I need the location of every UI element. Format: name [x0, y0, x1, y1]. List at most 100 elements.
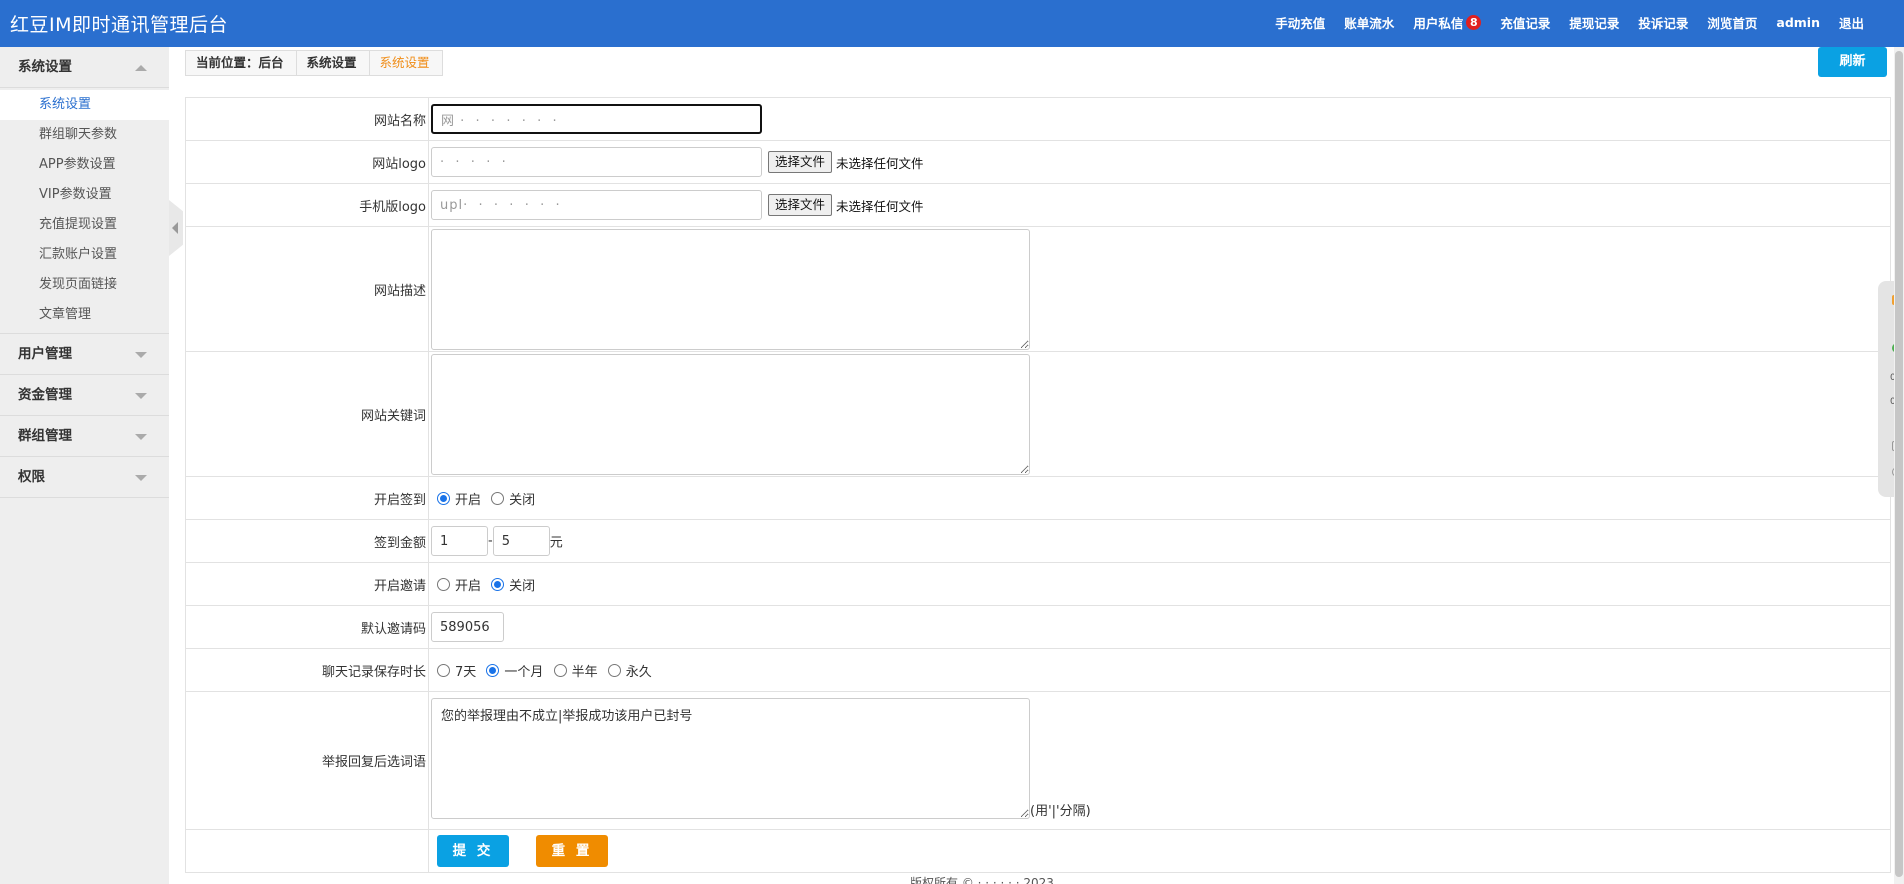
nav-complaint-records[interactable]: 投诉记录 [1638, 13, 1688, 32]
sidebar-item-remit-accounts[interactable]: 汇款账户设置 [0, 240, 169, 270]
report-reply-label: 举报回复后选词语 [185, 691, 429, 830]
row-site-description: 网站描述 [185, 226, 1891, 352]
choose-file-button[interactable]: 选择文件 [768, 151, 833, 173]
radio-label: 永久 [625, 664, 652, 680]
range-separator: - [488, 533, 493, 549]
breadcrumb-home[interactable]: 当前位置：后台 [186, 51, 297, 75]
checkin-off-radio[interactable] [491, 491, 505, 505]
mobile-logo-input[interactable] [431, 190, 762, 220]
nav-bill-flow[interactable]: 账单流水 [1344, 13, 1394, 32]
site-description-label: 网站描述 [185, 226, 429, 352]
radio-label: 开启 [455, 492, 482, 508]
choose-file-button[interactable]: 选择文件 [768, 194, 833, 216]
radio-label: 关闭 [509, 578, 536, 594]
page-scrollbar[interactable] [1894, 47, 1904, 884]
file-status-text: 未选择任何文件 [836, 155, 924, 171]
radio-label: 开启 [455, 578, 482, 594]
checkin-min-input[interactable] [431, 526, 488, 556]
mobile-logo-label: 手机版logo [185, 183, 429, 227]
nav-browse-home[interactable]: 浏览首页 [1707, 13, 1757, 32]
sidebar-item-recharge-withdraw[interactable]: 充值提现设置 [0, 210, 169, 240]
site-name-input[interactable] [431, 104, 762, 134]
footer-copyright: 版权所有 © · · · · · · 2023 [910, 876, 1054, 884]
reset-button[interactable]: 重 置 [536, 835, 608, 867]
sidebar-group-label: 资金管理 [18, 387, 72, 403]
submit-button[interactable]: 提 交 [437, 835, 509, 867]
nav-recharge-records[interactable]: 充值记录 [1500, 13, 1550, 32]
breadcrumb-bar: 当前位置：后台 系统设置 系统设置 刷新 [185, 47, 1895, 78]
file-status-text: 未选择任何文件 [836, 198, 924, 214]
site-keywords-label: 网站关键词 [185, 351, 429, 477]
sidebar-item-discover-links[interactable]: 发现页面链接 [0, 270, 169, 300]
sidebar-group-permissions[interactable]: 权限 [0, 457, 169, 498]
top-nav: 手动充值 账单流水 用户私信 8 充值记录 提现记录 投诉记录 浏览首页 admi… [1256, 13, 1864, 32]
sidebar-item-articles[interactable]: 文章管理 [0, 300, 169, 330]
retention-6m-radio[interactable] [553, 663, 567, 677]
breadcrumb: 当前位置：后台 系统设置 系统设置 [185, 50, 443, 76]
invite-on-radio[interactable] [437, 577, 450, 591]
nav-manual-recharge[interactable]: 手动充值 [1275, 13, 1325, 32]
row-site-name: 网站名称 [185, 97, 1891, 141]
radio-label: 半年 [571, 664, 598, 680]
currency-unit: 元 [549, 535, 563, 551]
row-default-invite-code: 默认邀请码 [185, 605, 1891, 649]
sidebar-group-funds[interactable]: 资金管理 [0, 375, 169, 416]
unread-badge: 8 [1466, 15, 1482, 30]
site-keywords-textarea[interactable] [431, 353, 1030, 475]
chevron-up-icon [135, 65, 147, 71]
retention-1m-radio[interactable] [486, 663, 500, 677]
chevron-left-icon [172, 222, 178, 234]
site-logo-input[interactable] [431, 147, 762, 177]
radio-label: 7天 [455, 664, 477, 680]
radio-label: 一个月 [504, 664, 544, 680]
invite-code-input[interactable] [431, 612, 504, 642]
site-name-label: 网站名称 [185, 97, 429, 141]
row-report-reply-phrases: 举报回复后选词语 您的举报理由不成立|举报成功该用户已封号 (用'|'分隔) [185, 691, 1891, 830]
sidebar-group-groups[interactable]: 群组管理 [0, 416, 169, 457]
nav-admin-user[interactable]: admin [1776, 13, 1820, 32]
chat-retention-label: 聊天记录保存时长 [185, 648, 429, 692]
nav-user-messages-label: 用户私信 [1413, 16, 1464, 31]
sidebar-group-label: 权限 [18, 469, 45, 485]
site-logo-label: 网站logo [185, 140, 429, 184]
sidebar-item-system-settings[interactable]: 系统设置 [0, 90, 169, 120]
nav-withdraw-records[interactable]: 提现记录 [1569, 13, 1619, 32]
breadcrumb-section[interactable]: 系统设置 [297, 51, 370, 75]
row-checkin-enabled: 开启签到 开启 关闭 [185, 476, 1891, 520]
row-invite-enabled: 开启邀请 开启 关闭 [185, 562, 1891, 606]
site-description-textarea[interactable] [431, 228, 1030, 350]
scrollbar-thumb[interactable] [1895, 51, 1903, 877]
sidebar-item-app-params[interactable]: APP参数设置 [0, 150, 169, 180]
report-reply-field: 您的举报理由不成立|举报成功该用户已封号 (用'|'分隔) [431, 698, 1890, 819]
row-chat-retention: 聊天记录保存时长 7天 一个月 半年 永久 [185, 648, 1891, 692]
report-reply-textarea[interactable]: 您的举报理由不成立|举报成功该用户已封号 [431, 698, 1030, 819]
settings-form: 网站名称 网站logo 选择文件未选择任何文件 手机版logo 选择文件未选择任… [185, 97, 1891, 873]
nav-user-messages[interactable]: 用户私信 8 [1413, 13, 1482, 32]
row-site-logo: 网站logo 选择文件未选择任何文件 [185, 140, 1891, 184]
settings-table: 网站名称 网站logo 选择文件未选择任何文件 手机版logo 选择文件未选择任… [185, 97, 1891, 873]
invite-off-radio[interactable] [491, 577, 505, 591]
breadcrumb-current: 系统设置 [379, 55, 430, 70]
sidebar-collapse-handle[interactable] [169, 200, 183, 256]
sidebar-group-user-management[interactable]: 用户管理 [0, 334, 169, 375]
refresh-button[interactable]: 刷新 [1818, 47, 1887, 77]
retention-7d-radio[interactable] [437, 663, 450, 677]
sidebar-group-label: 系统设置 [18, 59, 72, 75]
chevron-down-icon [135, 393, 147, 399]
row-site-keywords: 网站关键词 [185, 351, 1891, 477]
invite-enabled-label: 开启邀请 [185, 562, 429, 606]
top-header: 红豆IM即时通讯管理后台 手动充值 账单流水 用户私信 8 充值记录 提现记录 投… [0, 0, 1904, 47]
separator-hint: (用'|'分隔) [1030, 804, 1091, 819]
checkin-amount-label: 签到金额 [185, 519, 429, 563]
checkin-on-radio[interactable] [437, 491, 450, 505]
sidebar-group-label: 用户管理 [18, 346, 72, 362]
default-invite-code-label: 默认邀请码 [185, 605, 429, 649]
checkin-enabled-label: 开启签到 [185, 476, 429, 520]
sidebar-item-vip-params[interactable]: VIP参数设置 [0, 180, 169, 210]
sidebar-item-group-chat-params[interactable]: 群组聊天参数 [0, 120, 169, 150]
retention-forever-radio[interactable] [607, 663, 621, 677]
nav-logout[interactable]: 退出 [1839, 13, 1864, 32]
sidebar-group-system-settings[interactable]: 系统设置 [0, 47, 169, 88]
checkin-max-input[interactable] [492, 526, 550, 556]
sidebar-submenu: 系统设置 群组聊天参数 APP参数设置 VIP参数设置 充值提现设置 汇款账户设… [0, 88, 169, 334]
